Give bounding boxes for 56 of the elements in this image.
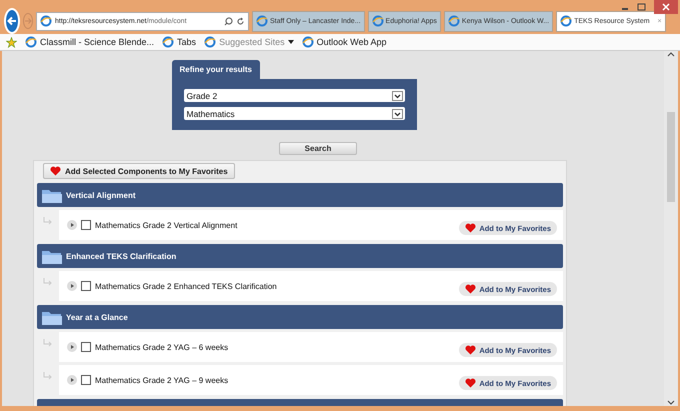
scrollbar-thumb[interactable] (667, 112, 675, 202)
favorites-link[interactable]: Classmill - Science Blende... (40, 37, 154, 47)
dropdown-caret-icon[interactable] (288, 40, 294, 44)
forward-arrow-icon (24, 17, 32, 25)
checkbox[interactable] (81, 375, 91, 385)
refresh-icon[interactable] (236, 16, 245, 26)
resource-title: Mathematics Grade 2 Vertical Alignment (95, 220, 238, 230)
resource-title: Mathematics Grade 2 Enhanced TEKS Clarification (95, 282, 278, 290)
scroll-down-icon[interactable] (667, 400, 675, 406)
indent-arrow-icon (43, 217, 53, 225)
scroll-up-icon[interactable] (667, 51, 675, 57)
expand-icon[interactable] (67, 342, 77, 352)
section-title: Year at a Glance (66, 312, 128, 322)
resource-title: Mathematics Grade 2 YAG – 6 weeks (95, 342, 230, 352)
checkbox[interactable] (81, 281, 91, 291)
checkbox[interactable] (81, 342, 91, 352)
favorites-link[interactable]: Outlook Web App (316, 37, 386, 47)
maximize-icon[interactable] (637, 3, 646, 11)
heart-icon (465, 345, 476, 355)
heart-icon (465, 284, 476, 294)
resource-title: Mathematics Grade 2 YAG – 9 weeks (95, 376, 230, 384)
section-title: Enhanced TEKS Clarification (66, 252, 176, 260)
browser-page-icon (560, 15, 572, 27)
section-title: Vertical Alignment (66, 190, 136, 200)
heart-icon (465, 378, 476, 388)
browser-page-icon (256, 15, 268, 27)
browser-page-icon (204, 36, 216, 48)
browser-page-icon (40, 15, 52, 27)
heart-icon (50, 166, 61, 176)
favorites-link[interactable]: Tabs (177, 37, 196, 47)
folder-icon (42, 248, 62, 264)
indent-arrow-icon (43, 372, 53, 380)
dropdown-select[interactable]: Grade 2 (184, 89, 404, 102)
browser-page-icon (302, 36, 314, 48)
search-button[interactable]: Search (279, 142, 357, 155)
favorites-star-icon[interactable] (6, 36, 17, 48)
expand-icon[interactable] (67, 281, 77, 291)
heart-icon (465, 223, 476, 233)
back-arrow-icon (6, 15, 18, 27)
dropdown-select[interactable]: Mathematics (184, 107, 404, 120)
search-icon[interactable] (224, 16, 233, 26)
indent-arrow-icon (43, 278, 53, 286)
checkbox[interactable] (81, 220, 91, 230)
back-button[interactable] (4, 8, 20, 34)
browser-page-icon (162, 36, 174, 48)
chevron-down-icon[interactable] (392, 90, 402, 100)
add-selected-button[interactable]: Add Selected Components to My Favorites (43, 163, 235, 179)
browser-page-icon (25, 36, 37, 48)
expand-icon[interactable] (67, 375, 77, 385)
chevron-down-icon[interactable] (392, 108, 402, 118)
expand-icon[interactable] (67, 220, 77, 230)
folder-icon (42, 310, 62, 324)
browser-page-icon (372, 15, 384, 27)
folder-icon (42, 188, 62, 202)
indent-arrow-icon (43, 339, 53, 347)
browser-page-icon (448, 15, 460, 27)
